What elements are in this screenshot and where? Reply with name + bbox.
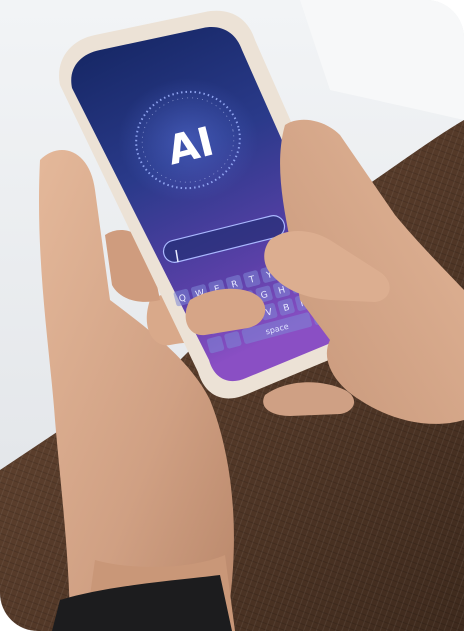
photo-frame: AI QWERTYUIOPASDFGHJKLZXCVBNMspacereturn (0, 0, 464, 631)
photo-scene: AI QWERTYUIOPASDFGHJKLZXCVBNMspacereturn (0, 0, 464, 631)
